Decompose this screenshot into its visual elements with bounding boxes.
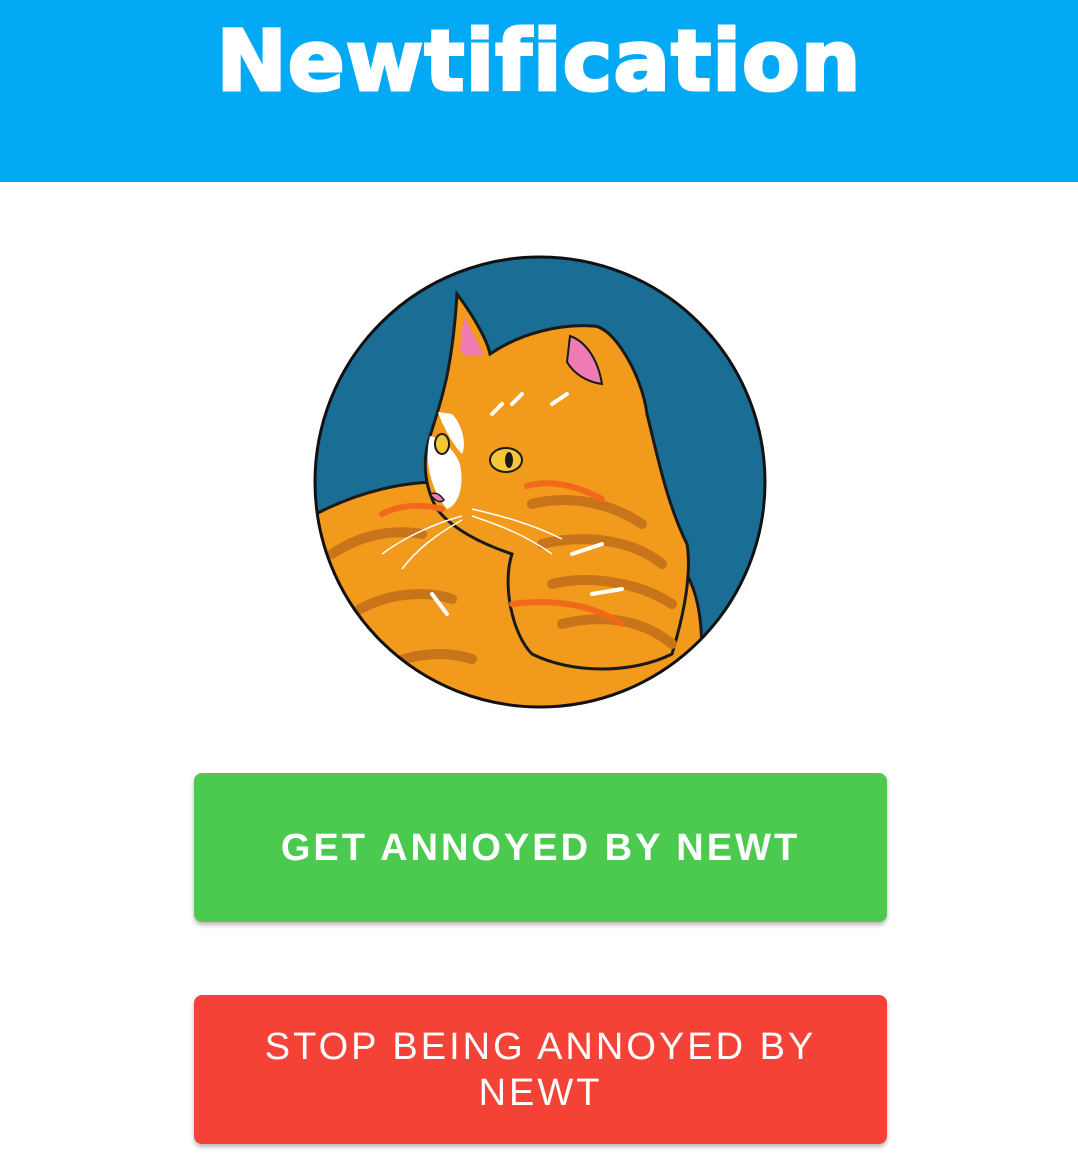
stop-annoyed-button[interactable]: STOP BEING ANNOYED BY NEWT <box>194 995 887 1144</box>
newt-avatar <box>312 254 768 710</box>
get-annoyed-button[interactable]: GET ANNOYED BY NEWT <box>194 773 887 922</box>
app-title: Newtification <box>215 11 862 112</box>
cat-icon <box>313 255 767 709</box>
app-header: Newtification <box>0 0 1078 182</box>
